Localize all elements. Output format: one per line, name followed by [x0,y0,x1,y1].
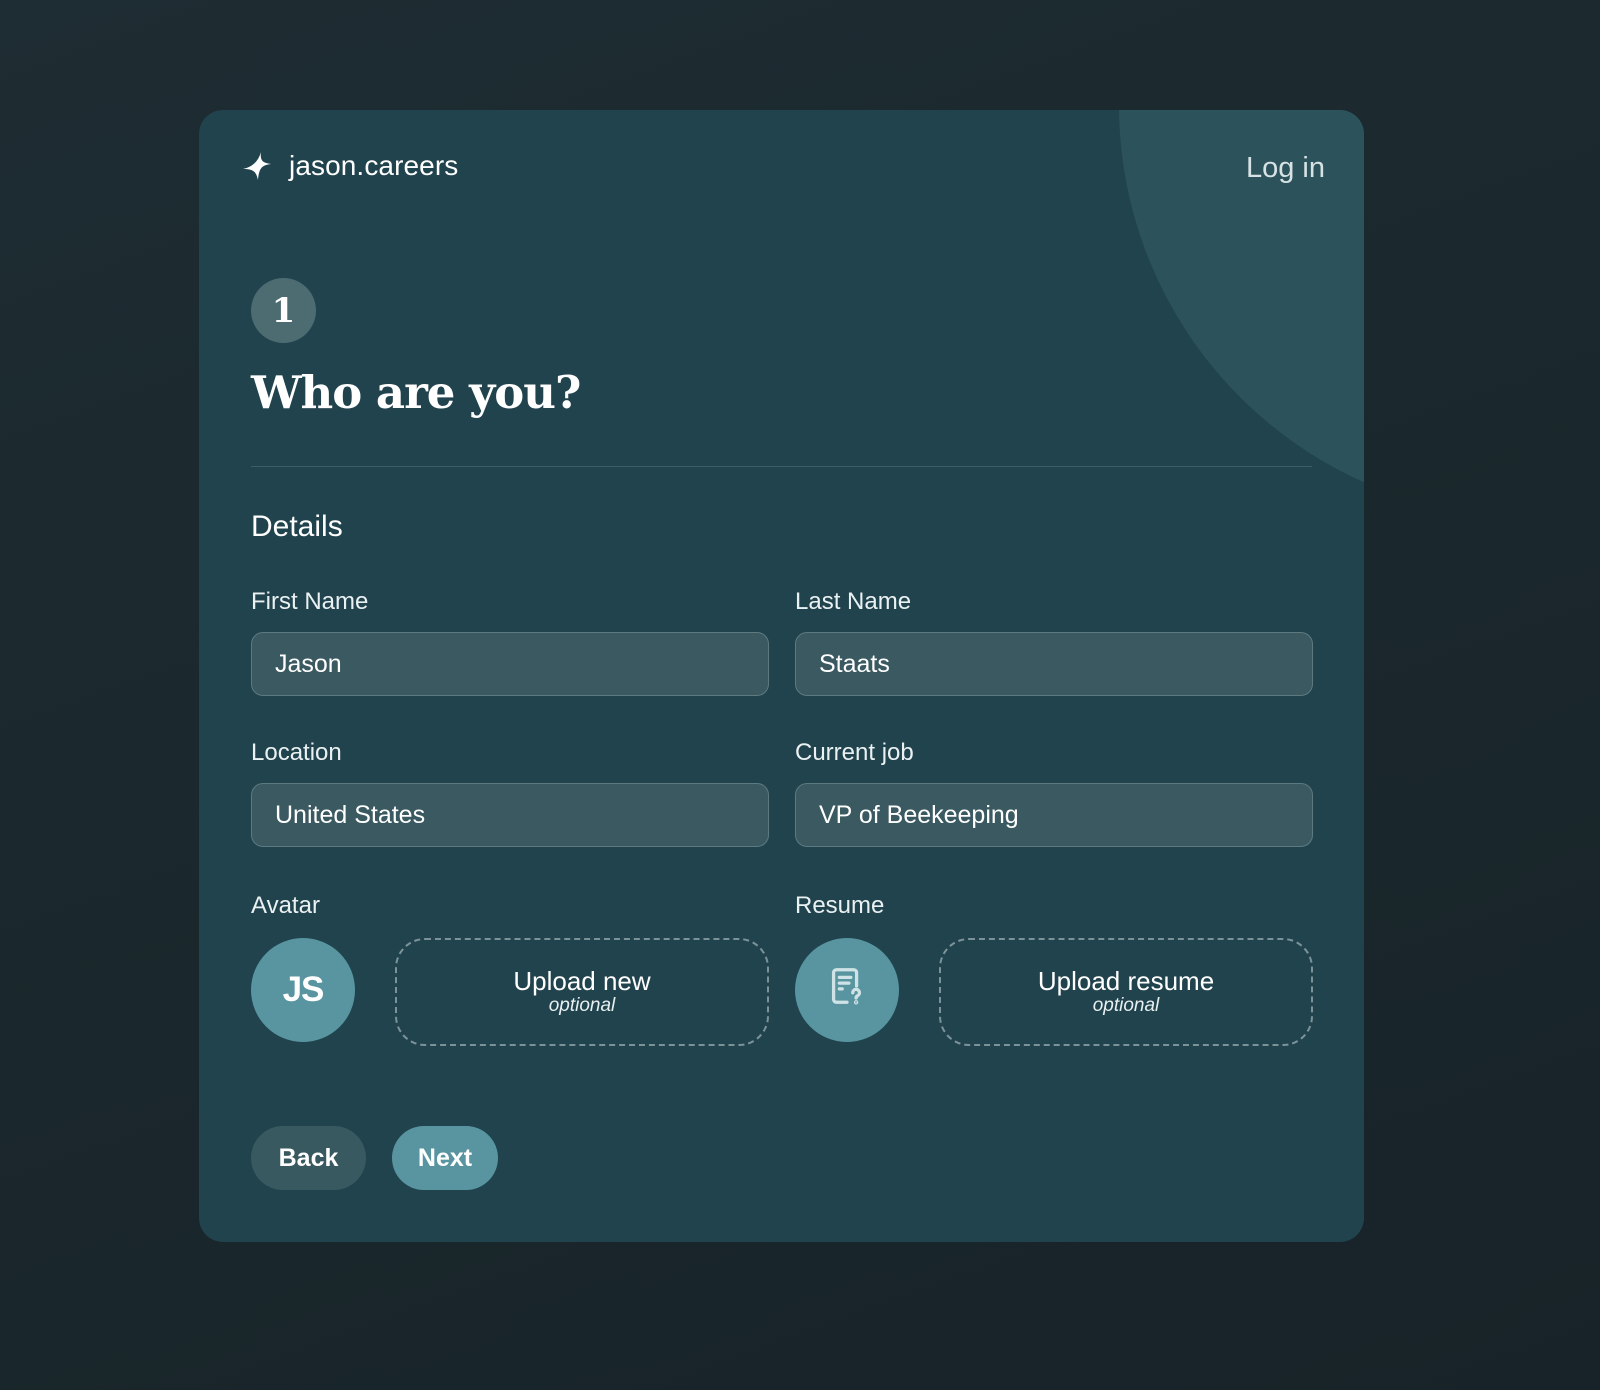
last-name-field-group: Last Name [795,588,1313,696]
document-question-icon [824,963,870,1018]
current-job-field-group: Current job [795,739,1313,847]
avatar-label: Avatar [251,892,320,919]
first-name-label: First Name [251,588,369,615]
upload-avatar-optional: optional [548,995,616,1016]
upload-resume-optional: optional [1092,995,1160,1016]
back-button[interactable]: Back [251,1126,366,1190]
header: jason.careers Log in [199,110,1364,230]
sparkle-icon [241,150,273,182]
upload-avatar-button[interactable]: Upload new optional [395,938,769,1046]
upload-avatar-title: Upload new [513,966,651,996]
avatar-initials: JS [282,970,325,1009]
first-name-field-group: First Name [251,588,769,696]
next-button[interactable]: Next [392,1126,498,1190]
current-job-label: Current job [795,739,914,766]
divider [251,466,1312,467]
last-name-label: Last Name [795,588,912,615]
brand-link[interactable]: jason.careers [241,150,458,182]
brand-name: jason.careers [289,150,459,181]
section-title: Details [251,510,343,543]
onboarding-card: jason.careers Log in 1 Who are you? Deta… [199,110,1364,1242]
location-input[interactable] [251,783,769,847]
current-job-input[interactable] [795,783,1313,847]
page-title: Who are you? [251,366,581,419]
last-name-input[interactable] [795,632,1313,696]
first-name-input[interactable] [251,632,769,696]
login-link[interactable]: Log in [1246,152,1325,185]
step-number-badge: 1 [251,278,316,343]
upload-resume-title: Upload resume [1037,966,1215,996]
resume-label: Resume [795,892,885,919]
resume-placeholder [795,938,899,1042]
upload-resume-button[interactable]: Upload resume optional [939,938,1313,1046]
avatar: JS [251,938,355,1042]
location-field-group: Location [251,739,769,847]
location-label: Location [251,739,342,766]
